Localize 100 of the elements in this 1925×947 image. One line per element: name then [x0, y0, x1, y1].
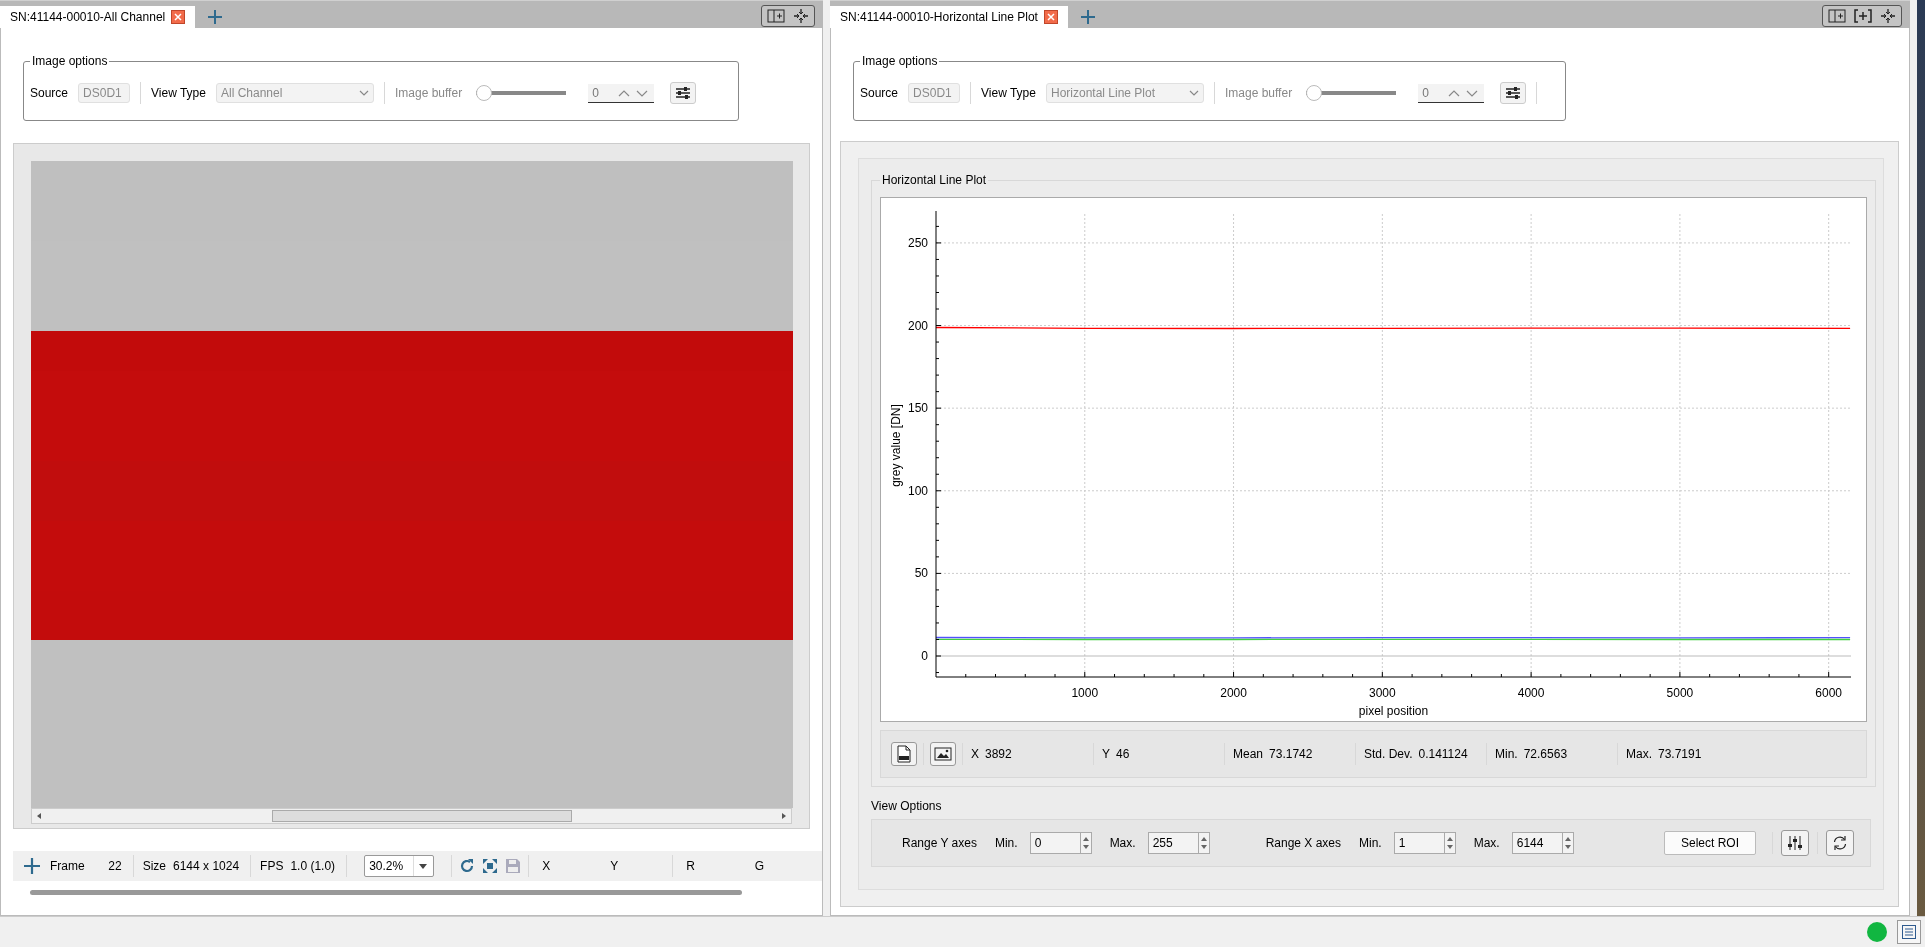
- stat-value: 73.7191: [1658, 747, 1702, 761]
- slider-thumb[interactable]: [1306, 85, 1323, 101]
- tick-label: 5000: [1666, 686, 1694, 700]
- list-icon: [1902, 925, 1916, 939]
- readout-label: Y: [609, 859, 619, 873]
- spin-arrows-icon[interactable]: [1561, 832, 1574, 854]
- spin-box[interactable]: 0: [588, 83, 655, 103]
- crosshair-icon[interactable]: [23, 857, 41, 875]
- toolbar-label: Frame: [49, 859, 85, 873]
- stat-value: 72.6563: [1523, 747, 1568, 761]
- toolbar-value: 6144 x 1024: [173, 859, 241, 873]
- axis-title: pixel position: [1358, 704, 1429, 718]
- stat-label: X: [971, 747, 979, 761]
- group-title: Horizontal Line Plot: [881, 173, 988, 187]
- move-icon[interactable]: [793, 7, 809, 24]
- tick-label: 0: [921, 649, 928, 663]
- readout-label: R: [685, 859, 695, 873]
- stat-label: Mean: [1233, 747, 1264, 761]
- tick-label: 4000: [1517, 686, 1545, 700]
- chevron-down-icon: [358, 90, 369, 96]
- tick-label: 200: [907, 318, 928, 333]
- sliders-icon: [675, 86, 692, 100]
- move-icon[interactable]: [1880, 7, 1896, 24]
- split-view-icon[interactable]: [1828, 8, 1846, 23]
- close-icon[interactable]: [171, 10, 186, 24]
- zoom-dropdown[interactable]: 30.2%: [364, 855, 435, 877]
- field-label: Range X axes: [1265, 836, 1342, 850]
- field-label: View Type: [981, 86, 1036, 100]
- spin-arrows-icon[interactable]: [1446, 88, 1479, 97]
- close-icon[interactable]: [1043, 10, 1058, 24]
- number-field[interactable]: 1: [1393, 832, 1444, 854]
- field-label: View Type: [151, 86, 206, 100]
- axis-title: grey value [DN]: [889, 404, 903, 487]
- image-icon: [934, 747, 952, 761]
- field-label: Min.: [994, 836, 1018, 850]
- tick-label: 250: [907, 235, 928, 250]
- refresh-icon: [1832, 835, 1848, 851]
- toolbar-label: Size: [141, 859, 166, 873]
- field-label: Range Y axes: [902, 836, 977, 850]
- scroll-right-icon[interactable]: [780, 812, 788, 820]
- select-roi-button[interactable]: Select ROI: [1663, 831, 1756, 855]
- csv-file-icon: [896, 745, 912, 763]
- adjust-button[interactable]: [1781, 830, 1809, 856]
- field-label: Image buffer: [1224, 86, 1293, 100]
- document-tab[interactable]: SN:41144-00010-All Channel: [0, 6, 196, 28]
- split-view-icon[interactable]: [767, 8, 785, 23]
- spin-box[interactable]: 0: [1418, 83, 1485, 103]
- tick-label: 1000: [1071, 686, 1099, 700]
- toolbar-value: 22: [107, 859, 123, 873]
- scrollbar-thumb[interactable]: [272, 810, 572, 822]
- stat-label: Max.: [1626, 747, 1652, 761]
- toolbar-value: 1.0 (1.0): [290, 859, 337, 873]
- number-field[interactable]: 255: [1147, 832, 1198, 854]
- field-label: Max.: [1473, 836, 1500, 850]
- sliders-icon: [1505, 86, 1522, 100]
- add-tab-icon[interactable]: [207, 9, 224, 25]
- settings-button[interactable]: [1500, 82, 1527, 104]
- settings-button[interactable]: [670, 82, 697, 104]
- spin-arrows-icon[interactable]: [1197, 832, 1210, 854]
- field-label: Min.: [1359, 836, 1382, 850]
- scrollbar-thumb[interactable]: [30, 889, 742, 895]
- spin-arrows-icon[interactable]: [1443, 832, 1456, 854]
- stat-value: 46: [1116, 747, 1130, 761]
- stat-value: 73.1742: [1269, 747, 1313, 761]
- toolbar-label: FPS: [259, 859, 284, 873]
- readout-label: X: [541, 859, 551, 873]
- refresh-button[interactable]: [1826, 830, 1854, 856]
- stat-label: Min.: [1495, 747, 1518, 761]
- tick-label: 100: [907, 483, 928, 498]
- section-title: View Options: [871, 799, 943, 813]
- stat-value: 3892: [985, 747, 1012, 761]
- field-label: Source: [860, 86, 899, 100]
- expand-icon[interactable]: [1854, 8, 1872, 23]
- group-title: Image options: [861, 54, 939, 68]
- chevron-down-icon: [1188, 90, 1199, 96]
- group-title: Image options: [31, 54, 109, 68]
- readout-label: G: [753, 859, 765, 873]
- field-label: Image buffer: [394, 86, 463, 100]
- tick-label: 2000: [1220, 686, 1247, 700]
- field-label: Source: [30, 86, 69, 100]
- log-button[interactable]: [1897, 920, 1921, 944]
- fit-to-window-icon[interactable]: [482, 858, 499, 874]
- number-field[interactable]: 6144: [1511, 832, 1562, 854]
- spin-arrows-icon[interactable]: [1079, 832, 1092, 854]
- stat-value: 0.141124: [1418, 747, 1468, 761]
- horizontal-scrollbar[interactable]: [31, 808, 792, 824]
- document-tab[interactable]: SN:41144-00010-Horizontal Line Plot: [830, 6, 1068, 28]
- tick-label: 50: [914, 566, 928, 581]
- tick-label: 3000: [1369, 686, 1396, 700]
- sliders-icon: [1787, 835, 1803, 851]
- number-field[interactable]: 0: [1029, 832, 1080, 854]
- add-tab-icon[interactable]: [1079, 9, 1096, 25]
- slider-thumb[interactable]: [476, 85, 493, 101]
- stat-label: Y: [1102, 747, 1110, 761]
- export-image-button[interactable]: [930, 742, 956, 766]
- refresh-icon[interactable]: [459, 858, 476, 874]
- spin-arrows-icon[interactable]: [616, 88, 649, 97]
- scroll-left-icon[interactable]: [35, 812, 43, 820]
- stat-label: Std. Dev.: [1364, 747, 1413, 761]
- export-csv-button[interactable]: [891, 742, 917, 766]
